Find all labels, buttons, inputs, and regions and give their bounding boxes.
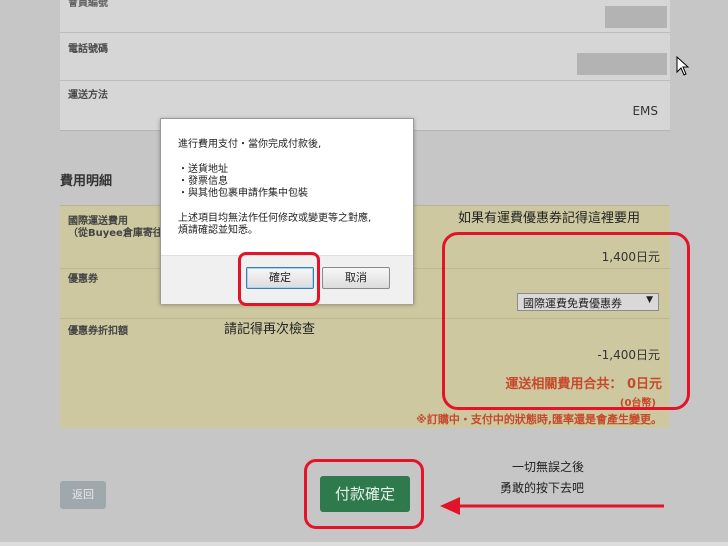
phone-label: 電話號碼 xyxy=(68,44,108,55)
page-bottom-bar xyxy=(0,542,728,546)
coupon-label: 優惠券 xyxy=(68,274,98,285)
intl-shipping-label-line1: 國際運送費用 xyxy=(68,216,128,227)
dialog-item-address: ・送貨地址 xyxy=(178,164,228,175)
coupon-discount-label: 優惠券折扣額 xyxy=(68,326,128,337)
intl-shipping-label-line2: （從Buyee倉庫寄往 xyxy=(68,228,163,239)
divider xyxy=(60,32,670,33)
back-button[interactable]: 返回 xyxy=(60,481,106,509)
highlight-pay-box xyxy=(304,459,424,529)
page: 會員編號 電話號碼 運送方法 EMS 費用明細 國際運送費用 （從Buyee倉庫… xyxy=(0,0,728,546)
fee-section-title: 費用明細 xyxy=(60,174,113,189)
dialog-item-invoice: ・發票信息 xyxy=(178,176,228,187)
phone-value xyxy=(577,53,667,75)
highlight-ok-box xyxy=(238,252,320,306)
annotation-coupon-note: 如果有運費優惠券記得這裡要用 xyxy=(458,211,641,226)
shipping-method-label: 運送方法 xyxy=(68,90,108,101)
dialog-note2: 煩請確認並知悉。 xyxy=(178,225,258,236)
dialog-cancel-button[interactable]: 取消 xyxy=(322,267,390,289)
dialog-message: 進行費用支付・當你完成付款後, xyxy=(178,139,322,150)
dialog-item-consolidation: ・與其他包裹申請作集中包裝 xyxy=(178,188,308,199)
exchange-rate-warning: ※訂購中・支付中的狀態時,匯率還是會產生變更。 xyxy=(416,413,662,426)
mouse-cursor-icon xyxy=(676,56,690,76)
member-info-card: 會員編號 電話號碼 運送方法 EMS xyxy=(60,0,670,131)
member-id-value xyxy=(605,6,667,28)
member-id-label: 會員編號 xyxy=(68,0,108,9)
shipping-method-value: EMS xyxy=(632,104,658,118)
annotation-final-line2: 勇敢的按下去吧 xyxy=(500,481,585,495)
annotation-check-note: 請記得再次檢查 xyxy=(224,322,316,337)
red-arrow-left-icon xyxy=(440,497,664,515)
intl-shipping-label: 國際運送費用 （從Buyee倉庫寄往 xyxy=(68,216,163,240)
dialog-note1: 上述項目均無法作任何修改或變更等之對應, xyxy=(178,213,372,224)
divider xyxy=(60,80,670,81)
annotation-final-line1: 一切無誤之後 xyxy=(512,460,585,474)
highlight-fees-box xyxy=(442,232,690,410)
